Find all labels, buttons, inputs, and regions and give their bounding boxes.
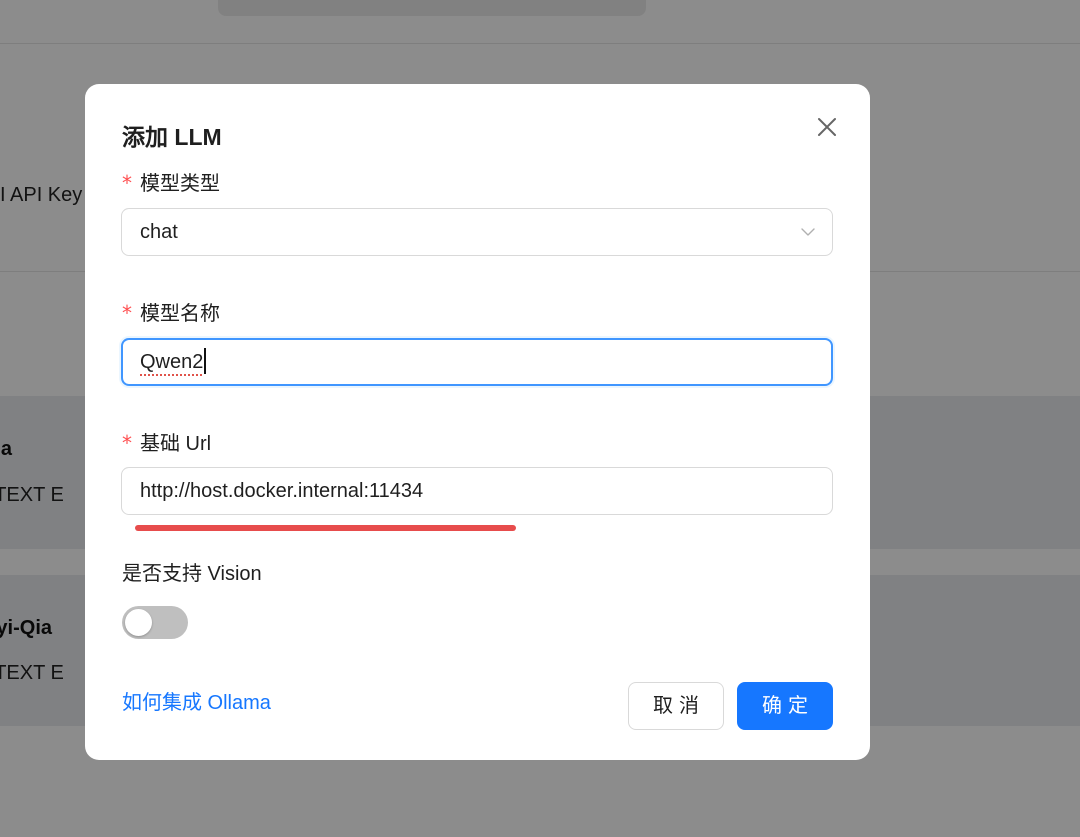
annotation-underline: [135, 525, 516, 531]
confirm-button[interactable]: 确定: [737, 682, 833, 730]
model-name-value: Qwen2: [140, 351, 204, 373]
base-url-label-text: 基础 Url: [140, 433, 212, 455]
base-url-value: http://host.docker.internal:11434: [140, 480, 424, 502]
close-button[interactable]: [811, 111, 843, 143]
model-type-label-text: 模型类型: [140, 173, 220, 195]
chevron-down-icon: [801, 228, 815, 236]
text-caret: [204, 347, 207, 374]
required-marker: *: [122, 301, 132, 325]
model-name-label-text: 模型名称: [140, 303, 220, 325]
ollama-help-link[interactable]: 如何集成 Ollama: [122, 686, 271, 715]
dialog-title: 添加 LLM: [122, 124, 222, 150]
toggle-knob: [125, 609, 152, 636]
model-name-label: * 模型名称: [122, 297, 220, 326]
page: I API Key ama M,TEXT E ngyi-Qia M,TEXT E…: [0, 0, 1080, 837]
add-llm-dialog: 添加 LLM * 模型类型 chat * 模型名称 Qwen2 * 基础 Url: [85, 84, 870, 760]
base-url-label: * 基础 Url: [122, 427, 211, 456]
model-name-input[interactable]: Qwen2: [121, 338, 833, 386]
close-icon: [818, 118, 836, 136]
required-marker: *: [122, 171, 132, 195]
required-marker: *: [122, 431, 132, 455]
model-type-label: * 模型类型: [122, 167, 220, 196]
vision-toggle[interactable]: [122, 606, 188, 639]
model-type-value: chat: [140, 221, 178, 243]
cancel-button[interactable]: 取消: [628, 682, 724, 730]
vision-label: 是否支持 Vision: [122, 563, 262, 585]
model-type-select[interactable]: chat: [121, 208, 833, 256]
base-url-input[interactable]: http://host.docker.internal:11434: [121, 467, 833, 515]
